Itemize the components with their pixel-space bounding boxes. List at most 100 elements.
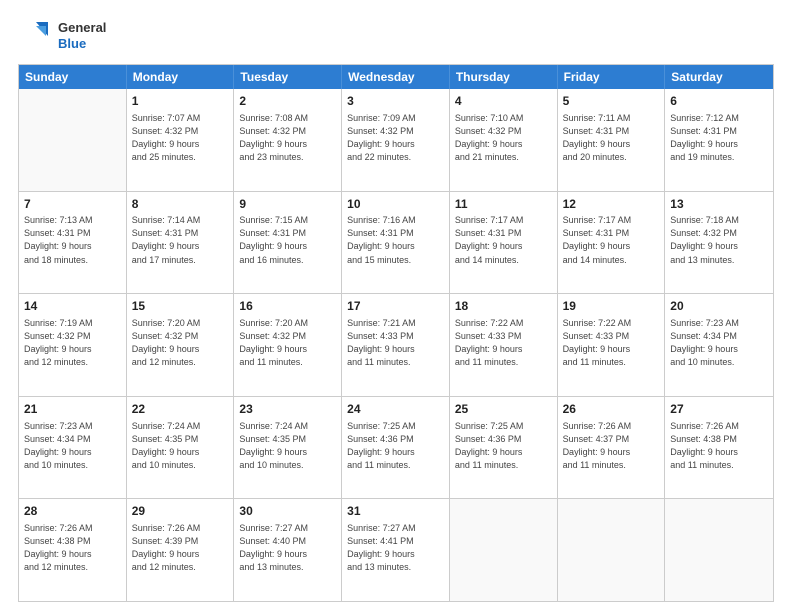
calendar-cell: 25Sunrise: 7:25 AM Sunset: 4:36 PM Dayli…	[450, 397, 558, 499]
cell-info: Sunrise: 7:12 AM Sunset: 4:31 PM Dayligh…	[670, 112, 768, 164]
calendar-cell: 30 Sunrise: 7:27 AM Sunset: 4:40 PM Dayli…	[234, 499, 342, 601]
cell-info: Sunrise: 7:26 AM Sunset: 4:38 PM Dayligh…	[24, 522, 121, 574]
calendar-cell: 23Sunrise: 7:24 AM Sunset: 4:35 PM Dayli…	[234, 397, 342, 499]
cell-day-number: 15	[132, 298, 229, 315]
calendar-cell: 11Sunrise: 7:17 AM Sunset: 4:31 PM Dayli…	[450, 192, 558, 294]
weekday-header: Saturday	[665, 65, 773, 89]
calendar: SundayMondayTuesdayWednesdayThursdayFrid…	[18, 64, 774, 602]
cell-info: Sunrise: 7:22 AM Sunset: 4:33 PM Dayligh…	[455, 317, 552, 369]
cell-day-number: 14	[24, 298, 121, 315]
calendar-header: SundayMondayTuesdayWednesdayThursdayFrid…	[19, 65, 773, 89]
calendar-cell: 14 Sunrise: 7:19 AM Sunset: 4:32 PM Dayli…	[19, 294, 127, 396]
cell-day-number: 8	[132, 196, 229, 213]
calendar-cell: 15 Sunrise: 7:20 AM Sunset: 4:32 PM Dayli…	[127, 294, 235, 396]
cell-day-number: 6	[670, 93, 768, 110]
cell-info: Sunrise: 7:18 AM Sunset: 4:32 PM Dayligh…	[670, 214, 768, 266]
weekday-header: Monday	[127, 65, 235, 89]
cell-day-number: 18	[455, 298, 552, 315]
calendar-cell: 4 Sunrise: 7:10 AM Sunset: 4:32 PM Daylig…	[450, 89, 558, 191]
weekday-header: Thursday	[450, 65, 558, 89]
cell-day-number: 27	[670, 401, 768, 418]
weekday-header: Tuesday	[234, 65, 342, 89]
calendar-cell: 2 Sunrise: 7:08 AM Sunset: 4:32 PM Daylig…	[234, 89, 342, 191]
calendar-cell: 8Sunrise: 7:14 AM Sunset: 4:31 PM Daylig…	[127, 192, 235, 294]
calendar-cell: 18 Sunrise: 7:22 AM Sunset: 4:33 PM Dayli…	[450, 294, 558, 396]
calendar-cell: 16Sunrise: 7:20 AM Sunset: 4:32 PM Dayli…	[234, 294, 342, 396]
cell-day-number: 2	[239, 93, 336, 110]
calendar-cell	[665, 499, 773, 601]
calendar-cell: 21 Sunrise: 7:23 AM Sunset: 4:34 PM Dayli…	[19, 397, 127, 499]
cell-info: Sunrise: 7:23 AM Sunset: 4:34 PM Dayligh…	[670, 317, 768, 369]
cell-info: Sunrise: 7:13 AM Sunset: 4:31 PM Dayligh…	[24, 214, 121, 266]
calendar-cell: 12Sunrise: 7:17 AM Sunset: 4:31 PM Dayli…	[558, 192, 666, 294]
cell-day-number: 24	[347, 401, 444, 418]
calendar-cell: 7Sunrise: 7:13 AM Sunset: 4:31 PM Daylig…	[19, 192, 127, 294]
cell-info: Sunrise: 7:20 AM Sunset: 4:32 PM Dayligh…	[132, 317, 229, 369]
cell-info: Sunrise: 7:26 AM Sunset: 4:38 PM Dayligh…	[670, 420, 768, 472]
cell-info: Sunrise: 7:25 AM Sunset: 4:36 PM Dayligh…	[347, 420, 444, 472]
cell-info: Sunrise: 7:27 AM Sunset: 4:41 PM Dayligh…	[347, 522, 444, 574]
cell-info: Sunrise: 7:21 AM Sunset: 4:33 PM Dayligh…	[347, 317, 444, 369]
calendar-cell: 9Sunrise: 7:15 AM Sunset: 4:31 PM Daylig…	[234, 192, 342, 294]
cell-info: Sunrise: 7:27 AM Sunset: 4:40 PM Dayligh…	[239, 522, 336, 574]
cell-day-number: 4	[455, 93, 552, 110]
cell-day-number: 5	[563, 93, 660, 110]
cell-day-number: 31	[347, 503, 444, 520]
calendar-body: 1 Sunrise: 7:07 AM Sunset: 4:32 PM Daylig…	[19, 89, 773, 601]
cell-day-number: 29	[132, 503, 229, 520]
calendar-cell: 28 Sunrise: 7:26 AM Sunset: 4:38 PM Dayli…	[19, 499, 127, 601]
cell-info: Sunrise: 7:17 AM Sunset: 4:31 PM Dayligh…	[563, 214, 660, 266]
calendar-cell: 24 Sunrise: 7:25 AM Sunset: 4:36 PM Dayli…	[342, 397, 450, 499]
calendar-cell: 20Sunrise: 7:23 AM Sunset: 4:34 PM Dayli…	[665, 294, 773, 396]
calendar-cell: 19Sunrise: 7:22 AM Sunset: 4:33 PM Dayli…	[558, 294, 666, 396]
calendar-cell: 6 Sunrise: 7:12 AM Sunset: 4:31 PM Daylig…	[665, 89, 773, 191]
calendar-cell	[558, 499, 666, 601]
calendar-cell: 31 Sunrise: 7:27 AM Sunset: 4:41 PM Dayli…	[342, 499, 450, 601]
calendar-row: 14 Sunrise: 7:19 AM Sunset: 4:32 PM Dayli…	[19, 293, 773, 396]
cell-info: Sunrise: 7:10 AM Sunset: 4:32 PM Dayligh…	[455, 112, 552, 164]
calendar-cell: 29 Sunrise: 7:26 AM Sunset: 4:39 PM Dayli…	[127, 499, 235, 601]
cell-day-number: 10	[347, 196, 444, 213]
cell-day-number: 25	[455, 401, 552, 418]
calendar-cell	[19, 89, 127, 191]
cell-day-number: 3	[347, 93, 444, 110]
cell-info: Sunrise: 7:19 AM Sunset: 4:32 PM Dayligh…	[24, 317, 121, 369]
cell-info: Sunrise: 7:11 AM Sunset: 4:31 PM Dayligh…	[563, 112, 660, 164]
cell-day-number: 11	[455, 196, 552, 213]
calendar-row: 21 Sunrise: 7:23 AM Sunset: 4:34 PM Dayli…	[19, 396, 773, 499]
cell-day-number: 12	[563, 196, 660, 213]
calendar-cell: 17Sunrise: 7:21 AM Sunset: 4:33 PM Dayli…	[342, 294, 450, 396]
calendar-row: 7Sunrise: 7:13 AM Sunset: 4:31 PM Daylig…	[19, 191, 773, 294]
cell-day-number: 22	[132, 401, 229, 418]
cell-info: Sunrise: 7:14 AM Sunset: 4:31 PM Dayligh…	[132, 214, 229, 266]
cell-info: Sunrise: 7:24 AM Sunset: 4:35 PM Dayligh…	[132, 420, 229, 472]
calendar-cell: 27 Sunrise: 7:26 AM Sunset: 4:38 PM Dayli…	[665, 397, 773, 499]
cell-info: Sunrise: 7:23 AM Sunset: 4:34 PM Dayligh…	[24, 420, 121, 472]
weekday-header: Wednesday	[342, 65, 450, 89]
cell-day-number: 26	[563, 401, 660, 418]
calendar-row: 28 Sunrise: 7:26 AM Sunset: 4:38 PM Dayli…	[19, 498, 773, 601]
cell-info: Sunrise: 7:09 AM Sunset: 4:32 PM Dayligh…	[347, 112, 444, 164]
calendar-cell: 13Sunrise: 7:18 AM Sunset: 4:32 PM Dayli…	[665, 192, 773, 294]
cell-day-number: 23	[239, 401, 336, 418]
calendar-row: 1 Sunrise: 7:07 AM Sunset: 4:32 PM Daylig…	[19, 89, 773, 191]
cell-day-number: 7	[24, 196, 121, 213]
page: General Blue SundayMondayTuesdayWednesda…	[0, 0, 792, 612]
calendar-cell: 22 Sunrise: 7:24 AM Sunset: 4:35 PM Dayli…	[127, 397, 235, 499]
cell-info: Sunrise: 7:07 AM Sunset: 4:32 PM Dayligh…	[132, 112, 229, 164]
logo: General Blue	[18, 18, 106, 54]
cell-day-number: 13	[670, 196, 768, 213]
cell-info: Sunrise: 7:26 AM Sunset: 4:39 PM Dayligh…	[132, 522, 229, 574]
cell-day-number: 28	[24, 503, 121, 520]
cell-day-number: 1	[132, 93, 229, 110]
cell-info: Sunrise: 7:08 AM Sunset: 4:32 PM Dayligh…	[239, 112, 336, 164]
cell-day-number: 19	[563, 298, 660, 315]
cell-day-number: 30	[239, 503, 336, 520]
calendar-cell: 5 Sunrise: 7:11 AM Sunset: 4:31 PM Daylig…	[558, 89, 666, 191]
calendar-cell: 3 Sunrise: 7:09 AM Sunset: 4:32 PM Daylig…	[342, 89, 450, 191]
calendar-cell: 10Sunrise: 7:16 AM Sunset: 4:31 PM Dayli…	[342, 192, 450, 294]
weekday-header: Sunday	[19, 65, 127, 89]
header: General Blue	[18, 18, 774, 54]
cell-day-number: 9	[239, 196, 336, 213]
cell-day-number: 21	[24, 401, 121, 418]
